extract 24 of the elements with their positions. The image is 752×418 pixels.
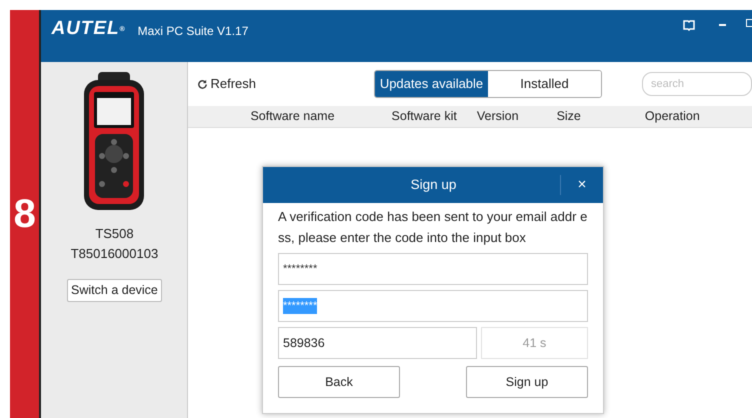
- column-header: Software kit: [392, 108, 457, 126]
- logo: AUTEL$^{®}$: [51, 19, 126, 38]
- tab[interactable]: Updates available: [375, 71, 488, 97]
- column-header: Software name: [250, 108, 335, 126]
- device-model: TS508: [95, 225, 134, 243]
- window-title: Maxi PC Suite V1.17: [138, 23, 248, 40]
- book-icon[interactable]: [683, 20, 695, 31]
- step-number: 8: [14, 191, 36, 238]
- dialog-button[interactable]: Sign up: [466, 366, 588, 398]
- column-header: Operation: [644, 108, 700, 126]
- code-field[interactable]: 589836: [278, 327, 477, 359]
- maximize-icon[interactable]: [746, 19, 752, 27]
- close-button[interactable]: ×: [561, 174, 603, 196]
- column-header: Version: [476, 108, 519, 126]
- refresh-button[interactable]: Refresh: [197, 74, 256, 94]
- dialog-button[interactable]: Back: [278, 366, 400, 398]
- dialog-title: Sign up: [410, 176, 458, 194]
- refresh-icon: [197, 78, 208, 90]
- switch-device-button[interactable]: Switch a device: [67, 279, 162, 302]
- device-serial: T85016000103: [70, 244, 158, 262]
- dialog-message: A verification code has been sent to your email addr ess, please enter the code into the input box: [278, 208, 588, 247]
- column-header: Size: [556, 108, 581, 126]
- search-field[interactable]: search: [642, 72, 752, 96]
- password-field[interactable]: ********: [278, 253, 588, 285]
